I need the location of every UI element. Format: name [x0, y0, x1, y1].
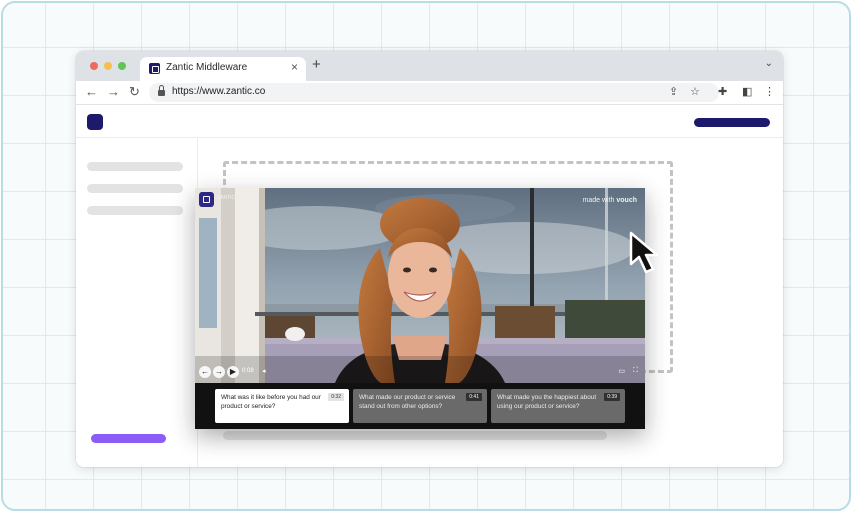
- forward-arrow-icon[interactable]: →: [107, 83, 120, 101]
- window-maximize-button[interactable]: [118, 62, 126, 70]
- reload-icon[interactable]: ↻: [129, 83, 140, 101]
- watermark-prefix: made with: [582, 197, 615, 204]
- url-text[interactable]: https://www.zantic.co: [172, 86, 265, 97]
- brand-label: ZANTIC: [217, 195, 236, 201]
- site-sidebar: [76, 138, 198, 467]
- mouse-cursor-icon: [629, 231, 659, 274]
- share-icon[interactable]: ⇪: [669, 84, 678, 100]
- sidebar-placeholder-item: [87, 184, 183, 193]
- tab-title: Zantic Middleware: [166, 62, 248, 73]
- video-testimonial-widget[interactable]: ZANTIC made with vouch ← → ▶ 0:08 ◂ ▭ ⛶ …: [195, 188, 645, 429]
- sidebar-placeholder-item: [87, 162, 183, 171]
- address-bar[interactable]: https://www.zantic.co: [149, 83, 719, 102]
- brand-logo-icon: [199, 192, 214, 207]
- video-player[interactable]: ZANTIC made with vouch ← → ▶ 0:08 ◂ ▭ ⛶: [195, 188, 645, 383]
- play-button[interactable]: ▶: [227, 366, 239, 378]
- watermark-brand: vouch: [616, 197, 637, 204]
- next-question-button[interactable]: →: [213, 366, 225, 378]
- favicon-icon: [149, 63, 160, 74]
- browser-toolbar: ← → ↻ https://www.zantic.co ⇪ ☆ ✚ ◧ ⋮: [76, 81, 783, 105]
- previous-question-button[interactable]: ←: [199, 366, 211, 378]
- site-logo[interactable]: [87, 114, 103, 130]
- star-icon[interactable]: ☆: [690, 84, 700, 100]
- sidebar-action-button[interactable]: [91, 434, 166, 443]
- question-duration: 0:39: [604, 393, 620, 401]
- tab-search-chevron-icon[interactable]: ⌄: [765, 58, 773, 69]
- more-icon[interactable]: ⋮: [764, 84, 775, 100]
- question-duration: 0:32: [328, 393, 344, 401]
- side-panel-icon[interactable]: ◧: [742, 84, 752, 100]
- vouch-watermark: made with vouch: [583, 197, 637, 204]
- question-bar: What was it like before you had our prod…: [195, 383, 645, 429]
- question-text: What made our product or service stand o…: [359, 394, 456, 410]
- content-placeholder-bar: [223, 431, 607, 440]
- extension-icon[interactable]: ✚: [718, 84, 727, 100]
- question-duration: 0:41: [466, 393, 482, 401]
- new-tab-button[interactable]: +: [312, 56, 321, 73]
- window-close-button[interactable]: [90, 62, 98, 70]
- question-text: What was it like before you had our prod…: [221, 394, 321, 410]
- lock-icon[interactable]: [158, 85, 165, 96]
- background-frame: Zantic Middleware × + ⌄ ← → ↻ https://ww…: [1, 1, 851, 511]
- question-card[interactable]: What made you the happiest about using o…: [491, 389, 625, 423]
- tab-bar: Zantic Middleware × + ⌄: [76, 51, 783, 81]
- fullscreen-icon[interactable]: ⛶: [633, 367, 638, 375]
- volume-icon[interactable]: ◂: [262, 367, 266, 375]
- tab-zantic-middleware[interactable]: Zantic Middleware ×: [140, 57, 306, 81]
- question-card[interactable]: What made our product or service stand o…: [353, 389, 487, 423]
- playback-time: 0:08: [242, 368, 254, 374]
- header-cta-button[interactable]: [694, 118, 770, 127]
- site-header: [76, 105, 783, 138]
- captions-icon[interactable]: ▭: [618, 367, 625, 375]
- question-text: What made you the happiest about using o…: [497, 394, 597, 410]
- video-frame-image: [195, 188, 645, 383]
- tab-close-icon[interactable]: ×: [291, 60, 298, 74]
- sidebar-placeholder-item: [87, 206, 183, 215]
- window-minimize-button[interactable]: [104, 62, 112, 70]
- question-card[interactable]: What was it like before you had our prod…: [215, 389, 349, 423]
- back-arrow-icon[interactable]: ←: [85, 83, 98, 101]
